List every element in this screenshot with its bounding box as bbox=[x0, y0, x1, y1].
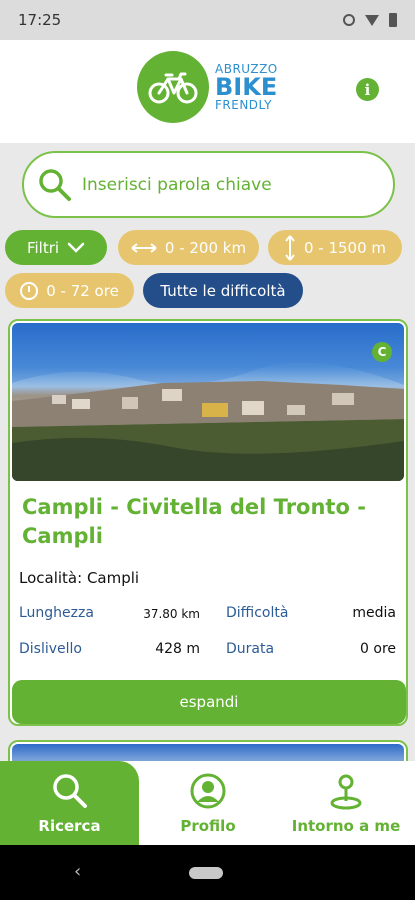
route-category-badge: C bbox=[372, 342, 392, 362]
search-placeholder: Inserisci parola chiave bbox=[82, 174, 272, 195]
search-icon bbox=[52, 773, 87, 808]
info-glyph: i bbox=[364, 80, 371, 99]
bottom-nav: Ricerca Profilo Intorno a me bbox=[0, 761, 415, 845]
nav-ricerca-label: Ricerca bbox=[38, 816, 101, 835]
nav-profilo-label: Profilo bbox=[180, 816, 236, 835]
nav-profilo[interactable]: Profilo bbox=[139, 761, 277, 845]
info-icon[interactable]: i bbox=[356, 78, 379, 101]
home-pill-icon[interactable] bbox=[189, 867, 223, 879]
route-title: Campli - Civitella del Tronto - Campli bbox=[22, 495, 366, 548]
logo-line-3: FRENDLY bbox=[215, 98, 272, 112]
app-logo: ABRUZZO BIKE FRENDLY bbox=[137, 51, 278, 123]
battery-icon bbox=[389, 13, 397, 27]
nav-intorno-label: Intorno a me bbox=[291, 816, 401, 835]
difficulty-filter[interactable]: Tutte le difficoltà bbox=[143, 273, 303, 308]
chevron-down-icon bbox=[67, 242, 85, 253]
data-saver-icon bbox=[343, 14, 355, 26]
logo-text: ABRUZZO BIKE FRENDLY bbox=[215, 63, 278, 111]
app-header: ABRUZZO BIKE FRENDLY i bbox=[0, 40, 415, 143]
route-card[interactable]: C Campli - Civitella del Tronto - Campli… bbox=[8, 319, 408, 726]
elevation-value: 428 m bbox=[155, 641, 200, 657]
status-icons bbox=[343, 13, 397, 27]
length-value: 37.80 km bbox=[143, 607, 200, 621]
nav-intorno-a-me[interactable]: Intorno a me bbox=[277, 761, 415, 845]
clock-icon bbox=[20, 281, 39, 300]
back-icon[interactable]: ‹ bbox=[74, 861, 81, 882]
duration-value: 0 ore bbox=[360, 641, 396, 657]
elevation-label: Dislivello bbox=[19, 641, 82, 657]
status-time: 17:25 bbox=[18, 11, 62, 29]
bicycle-icon bbox=[137, 51, 209, 123]
vertical-arrows-icon bbox=[285, 234, 295, 261]
difficulty-range: Tutte le difficoltà bbox=[160, 281, 286, 300]
filters-label: Filtri bbox=[26, 238, 60, 257]
difficulty-label: Difficoltà bbox=[226, 605, 289, 621]
nav-ricerca[interactable]: Ricerca bbox=[0, 761, 139, 845]
duration-label: Durata bbox=[226, 641, 275, 657]
duration-range: 0 - 72 ore bbox=[46, 281, 119, 300]
route-photo: C bbox=[12, 323, 404, 481]
horizontal-arrows-icon bbox=[131, 242, 157, 253]
distance-range: 0 - 200 km bbox=[164, 238, 247, 257]
status-bar: 17:25 bbox=[0, 0, 415, 40]
duration-filter[interactable]: 0 - 72 ore bbox=[5, 273, 134, 308]
elevation-range: 0 - 1500 m bbox=[303, 238, 387, 257]
wifi-icon bbox=[365, 14, 379, 26]
system-nav-bar: ‹ bbox=[0, 845, 415, 900]
map-pin-icon bbox=[330, 774, 362, 809]
expand-button[interactable]: espandi bbox=[12, 680, 406, 724]
length-label: Lunghezza bbox=[19, 605, 94, 621]
elevation-filter[interactable]: 0 - 1500 m bbox=[268, 230, 402, 265]
logo-line-2: BIKE bbox=[215, 73, 278, 101]
search-icon bbox=[39, 168, 71, 201]
difficulty-value: media bbox=[352, 605, 396, 621]
search-input[interactable]: Inserisci parola chiave bbox=[22, 151, 395, 218]
distance-filter[interactable]: 0 - 200 km bbox=[118, 230, 259, 265]
user-icon bbox=[190, 773, 226, 808]
route-location: Località: Campli bbox=[19, 569, 140, 587]
filters-button[interactable]: Filtri bbox=[5, 230, 107, 265]
